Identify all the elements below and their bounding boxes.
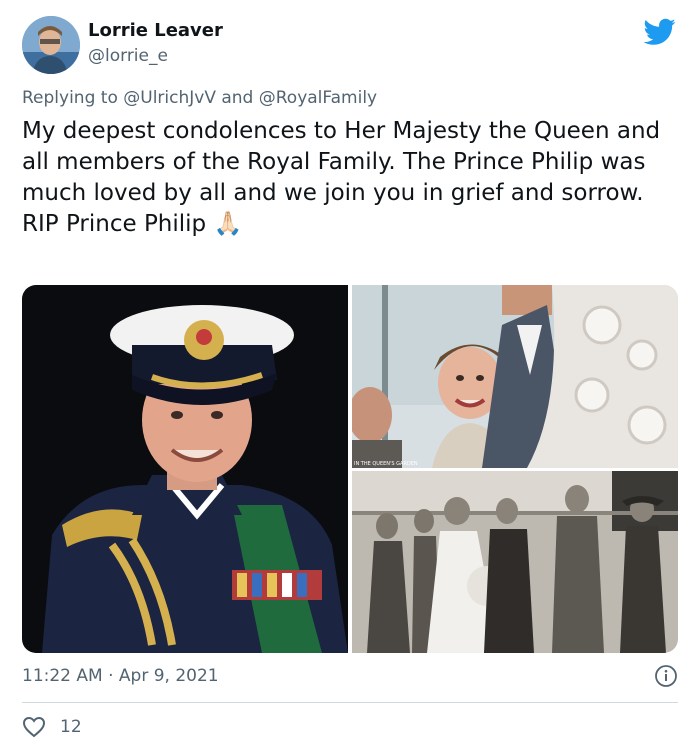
heart-icon[interactable]: [22, 716, 46, 738]
portrait-image: [22, 285, 348, 653]
tweet-text: My deepest condolences to Her Majesty th…: [22, 116, 682, 240]
tweet-rip-line: RIP Prince Philip 🙏🏻: [22, 209, 682, 240]
photo-queen-smiling[interactable]: IN THE QUEEN'S GARDEN: [352, 285, 678, 468]
tweet-timestamp[interactable]: 11:22 AM · Apr 9, 2021: [22, 666, 219, 686]
divider: [22, 702, 678, 703]
photo-royal-group[interactable]: [352, 471, 678, 653]
avatar[interactable]: [22, 16, 80, 74]
tweet-rip-text: RIP Prince Philip: [22, 211, 207, 237]
mention-link-ulrich[interactable]: @UlrichJvV: [123, 88, 216, 108]
praying-hands-icon: 🙏🏻: [213, 211, 243, 237]
author-handle[interactable]: @lorrie_e: [88, 46, 168, 66]
photo-prince-portrait[interactable]: [22, 285, 348, 653]
avatar-image: [22, 16, 80, 74]
replying-to: Replying to @UlrichJvV and @RoyalFamily: [22, 88, 377, 108]
like-count: 12: [60, 717, 82, 737]
mention-link-royalfamily[interactable]: @RoyalFamily: [259, 88, 377, 108]
replying-prefix: Replying to: [22, 88, 118, 108]
replying-joiner: and: [221, 88, 254, 108]
twitter-bird-icon[interactable]: [644, 18, 676, 46]
photo-watermark: IN THE QUEEN'S GARDEN: [354, 461, 418, 467]
tweet-paragraph: My deepest condolences to Her Majesty th…: [22, 118, 661, 206]
queen-smiling-image: IN THE QUEEN'S GARDEN: [352, 285, 678, 468]
info-icon[interactable]: [654, 664, 678, 688]
like-row: 12: [22, 716, 82, 738]
author-name[interactable]: Lorrie Leaver: [88, 20, 223, 41]
media-grid[interactable]: IN THE QUEEN'S GARDEN: [22, 285, 678, 653]
royal-group-image: [352, 471, 678, 653]
